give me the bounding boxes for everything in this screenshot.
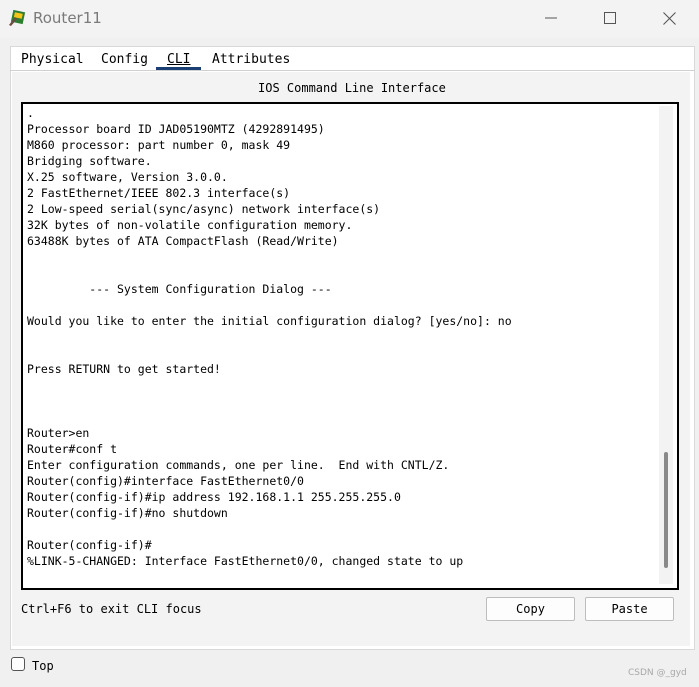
cli-focus-hint: Ctrl+F6 to exit CLI focus (21, 602, 202, 616)
terminal-line: %LINK-5-CHANGED: Interface FastEthernet0… (27, 554, 464, 568)
tab-config[interactable]: Config (101, 52, 148, 67)
cli-heading: IOS Command Line Interface (258, 81, 446, 95)
cli-terminal[interactable]: . Processor board ID JAD05190MTZ (429289… (21, 102, 679, 590)
terminal-line: 2 Low-speed serial(sync/async) network i… (27, 202, 381, 216)
terminal-line: Router(config-if)#ip address 192.168.1.1… (27, 490, 401, 504)
scrollbar-thumb[interactable] (664, 452, 668, 568)
title-bar: Router11 (0, 0, 699, 38)
terminal-line: Processor board ID JAD05190MTZ (42928914… (27, 122, 325, 136)
maximize-button[interactable] (581, 0, 639, 36)
terminal-line: . (27, 106, 34, 120)
terminal-line: Press RETURN to get started! (27, 362, 221, 376)
terminal-line: Bridging software. (27, 154, 152, 168)
watermark: CSDN @_gyd (628, 668, 687, 678)
top-checkbox[interactable] (11, 657, 25, 671)
router-app-icon (9, 9, 26, 26)
terminal-line: Router#conf t (27, 442, 118, 456)
terminal-line: Router>en (27, 426, 90, 440)
terminal-line: M860 processor: part number 0, mask 49 (27, 138, 291, 152)
tab-physical[interactable]: Physical (21, 52, 84, 67)
terminal-line: X.25 software, Version 3.0.0. (27, 170, 228, 184)
terminal-line: 63488K bytes of ATA CompactFlash (Read/W… (27, 234, 339, 248)
terminal-line: Enter configuration commands, one per li… (27, 458, 450, 472)
terminal-line: 32K bytes of non-volatile configuration … (27, 218, 353, 232)
terminal-line: Would you like to enter the initial conf… (27, 314, 512, 328)
maximize-icon (604, 12, 616, 24)
terminal-line: Router(config-if)# (27, 538, 152, 552)
copy-button[interactable]: Copy (486, 597, 575, 621)
top-checkbox-label: Top (32, 659, 54, 673)
terminal-line: Router(config-if)#no shutdown (27, 506, 228, 520)
terminal-line: Router(config)#interface FastEthernet0/0 (27, 474, 304, 488)
minimize-icon (545, 17, 557, 19)
terminal-line: --- System Configuration Dialog --- (27, 282, 332, 296)
terminal-output: . Processor board ID JAD05190MTZ (429289… (27, 105, 512, 569)
tab-cli[interactable]: CLI (167, 52, 190, 67)
tab-divider (10, 70, 695, 71)
minimize-button[interactable] (522, 0, 580, 36)
window-title: Router11 (33, 9, 102, 27)
paste-button[interactable]: Paste (585, 597, 674, 621)
close-button[interactable] (640, 0, 698, 36)
terminal-scrollbar[interactable] (659, 106, 673, 584)
close-icon (662, 11, 676, 25)
terminal-line: 2 FastEthernet/IEEE 802.3 interface(s) (27, 186, 291, 200)
tab-attributes[interactable]: Attributes (212, 52, 290, 67)
